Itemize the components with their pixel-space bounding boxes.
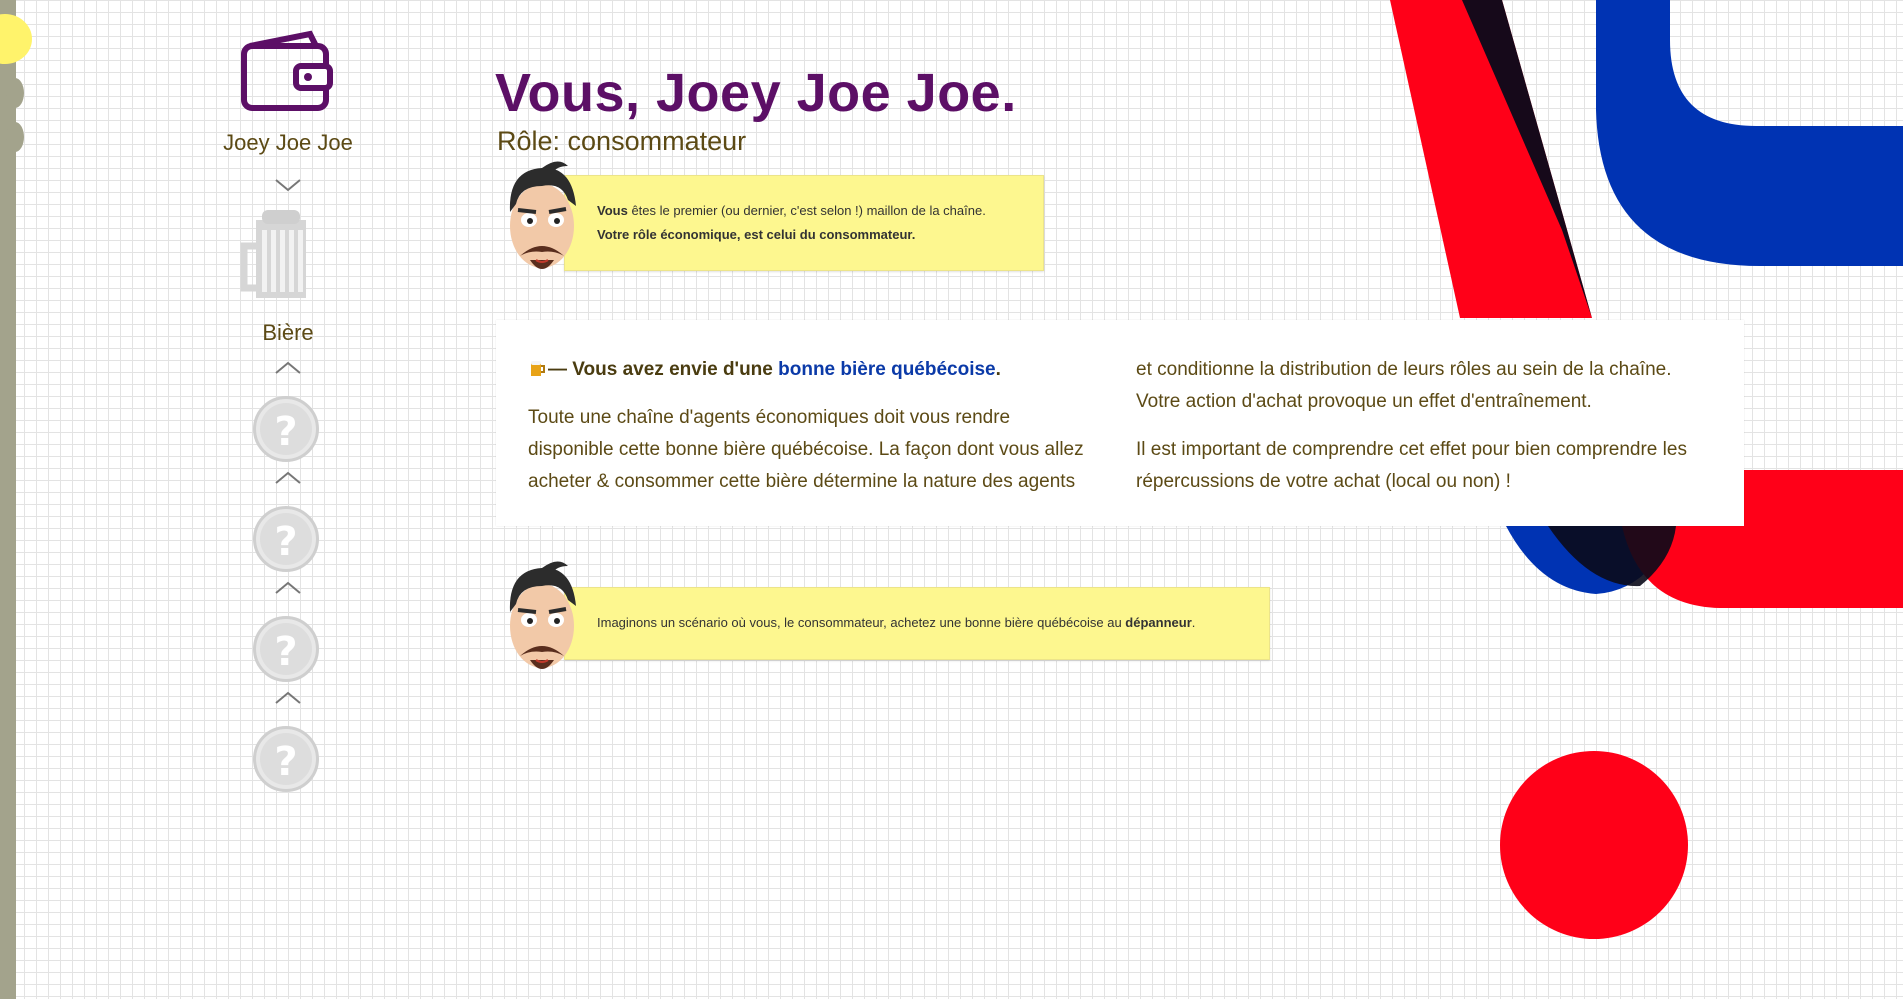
chevron-down-icon xyxy=(275,179,301,192)
chevron-up-icon xyxy=(275,691,301,704)
note2-end: . xyxy=(1191,615,1196,630)
bearded-man-avatar-icon xyxy=(509,561,576,669)
locked-step-3[interactable]: ? xyxy=(253,616,319,682)
question-coin-icon: ? xyxy=(274,519,298,565)
note2-bold: dépanneur xyxy=(1125,615,1192,630)
note1-line2: Votre rôle économique, est celui du cons… xyxy=(597,227,916,242)
locked-step-4[interactable]: ? xyxy=(253,726,319,792)
beer-mug-icon[interactable] xyxy=(240,206,320,302)
question-coin-icon: ? xyxy=(274,629,298,675)
chevron-up-icon xyxy=(275,581,301,594)
note2-text: Imaginons un scénario où vous, le consom… xyxy=(597,615,1195,630)
page-title: Vous, Joey Joe Joe. xyxy=(495,63,1017,123)
note1-rest: êtes le premier (ou dernier, c'est selon… xyxy=(627,203,986,218)
bonne-biere-link[interactable]: bonne bière québécoise xyxy=(778,359,996,380)
intro-paragraph-3: Il est important de comprendre cet effet… xyxy=(1136,439,1687,492)
intro-paragraph-1: Toute une chaîne d'agents économiques do… xyxy=(528,407,1084,492)
intro-paragraph-2: et conditionne la distribution de leurs … xyxy=(1136,359,1672,412)
intro-lead: — Vous avez envie d'une bonne bière québ… xyxy=(528,354,1098,386)
note2-body: Imaginons un scénario où vous, le consom… xyxy=(597,615,1126,630)
speech-note-2: Imaginons un scénario où vous, le consom… xyxy=(564,587,1270,660)
role-subtitle: Rôle: consommateur xyxy=(497,126,747,156)
chevron-up-icon xyxy=(275,471,301,484)
intro-lead-text: — Vous avez envie d'une xyxy=(548,359,779,380)
speech-note-1: Vous êtes le premier (ou dernier, c'est … xyxy=(564,175,1044,271)
question-coin-icon: ? xyxy=(274,739,298,785)
note1-bold: Vous xyxy=(597,203,628,218)
question-coin-icon: ? xyxy=(274,409,298,455)
profile-name: Joey Joe Joe xyxy=(223,130,353,155)
intro-column-2: et conditionne la distribution de leurs … xyxy=(1136,354,1706,498)
locked-step-1[interactable]: ? xyxy=(253,396,319,462)
product-label: Bière xyxy=(262,320,314,345)
blue-curve-shape xyxy=(1596,0,1903,266)
red-circle-shape xyxy=(1500,751,1688,939)
beer-emoji xyxy=(531,361,545,376)
bearded-man-avatar-icon xyxy=(509,161,576,269)
wallet-icon[interactable] xyxy=(240,30,334,114)
chevron-up-icon xyxy=(275,361,301,374)
note1-line1: Vous êtes le premier (ou dernier, c'est … xyxy=(597,198,986,223)
locked-step-2[interactable]: ? xyxy=(253,506,319,572)
intro-card: — Vous avez envie d'une bonne bière québ… xyxy=(496,320,1744,526)
intro-lead-end: . xyxy=(995,359,1001,380)
intro-column-1: — Vous avez envie d'une bonne bière québ… xyxy=(528,354,1098,498)
